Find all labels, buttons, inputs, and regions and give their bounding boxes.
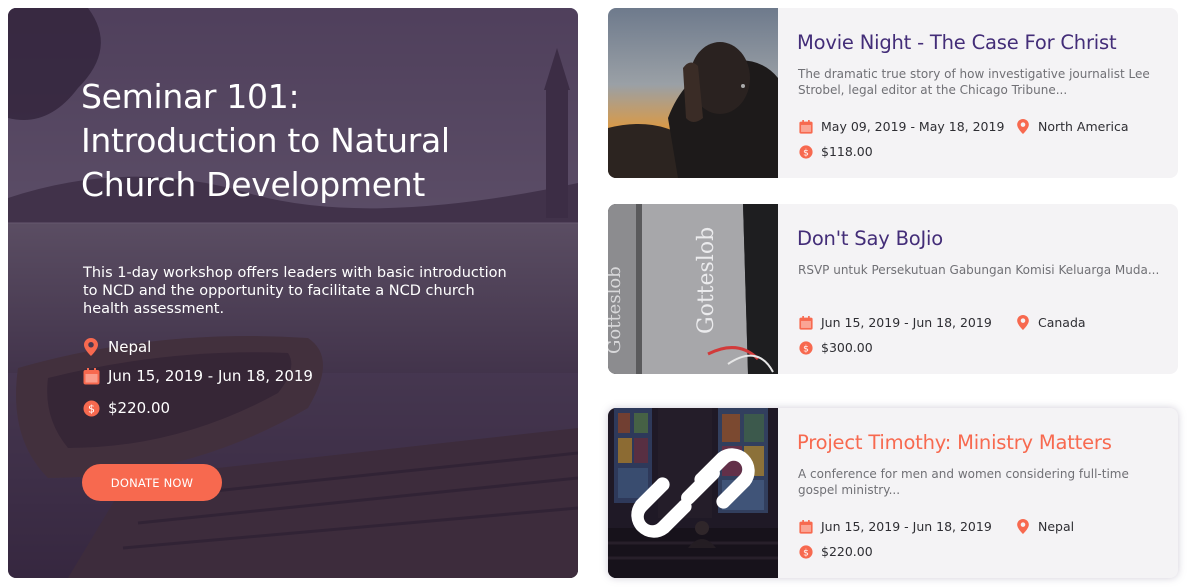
event-dates-text: Jun 15, 2019 - Jun 18, 2019 bbox=[821, 315, 992, 330]
event-price-text: $118.00 bbox=[821, 144, 873, 159]
donate-now-button[interactable]: DONATE NOW bbox=[82, 464, 222, 501]
calendar-icon bbox=[798, 119, 813, 134]
featured-location-text: Nepal bbox=[108, 338, 152, 356]
event-price-text: $300.00 bbox=[821, 340, 873, 355]
event-price: $ $220.00 bbox=[798, 544, 873, 559]
event-location: Nepal bbox=[1015, 519, 1074, 534]
event-card[interactable]: Movie Night - The Case For Christ The dr… bbox=[608, 8, 1178, 178]
map-pin-icon bbox=[1015, 315, 1030, 330]
featured-event-card[interactable]: Seminar 101: Introduction to Natural Chu… bbox=[8, 8, 578, 578]
event-description: The dramatic true story of how investiga… bbox=[798, 67, 1150, 97]
event-dates: Jun 15, 2019 - Jun 18, 2019 bbox=[798, 519, 992, 534]
map-pin-icon bbox=[1015, 119, 1030, 134]
event-price-text: $220.00 bbox=[821, 544, 873, 559]
event-location-text: Canada bbox=[1038, 315, 1086, 330]
calendar-icon bbox=[798, 519, 813, 534]
event-title[interactable]: Movie Night - The Case For Christ bbox=[797, 31, 1117, 54]
event-thumbnail-stained-glass-church[interactable] bbox=[608, 408, 778, 578]
calendar-icon bbox=[798, 315, 813, 330]
featured-price-text: $220.00 bbox=[108, 399, 171, 417]
dollar-coin-icon: $ bbox=[798, 544, 813, 559]
svg-text:$: $ bbox=[88, 402, 95, 415]
event-card-active[interactable]: Project Timothy: Ministry Matters A conf… bbox=[608, 408, 1178, 578]
event-price: $ $300.00 bbox=[798, 340, 873, 355]
book-spine-text: Gotteslob bbox=[694, 227, 719, 334]
featured-description: This 1-day workshop offers leaders with … bbox=[83, 265, 507, 317]
featured-title-line: Introduction to Natural bbox=[81, 121, 450, 160]
dollar-coin-icon: $ bbox=[798, 340, 813, 355]
calendar-icon bbox=[82, 367, 100, 385]
featured-title-line: Seminar 101: bbox=[81, 77, 300, 116]
event-description: A conference for men and women consideri… bbox=[798, 467, 1129, 497]
book-spine-text: Gotteslob bbox=[608, 266, 625, 354]
svg-text:$: $ bbox=[803, 548, 809, 558]
map-pin-icon bbox=[1015, 519, 1030, 534]
dollar-coin-icon: $ bbox=[798, 144, 813, 159]
dollar-coin-icon: $ bbox=[82, 399, 100, 417]
featured-dates-text: Jun 15, 2019 - Jun 18, 2019 bbox=[108, 367, 313, 385]
event-location-text: North America bbox=[1038, 119, 1129, 134]
event-title[interactable]: Don't Say BoJio bbox=[797, 227, 943, 250]
link-icon[interactable] bbox=[608, 408, 778, 578]
event-location: Canada bbox=[1015, 315, 1086, 330]
featured-price: $ $220.00 bbox=[82, 399, 170, 417]
event-thumbnail-praying-man[interactable] bbox=[608, 8, 778, 178]
featured-dates: Jun 15, 2019 - Jun 18, 2019 bbox=[82, 367, 313, 385]
event-title[interactable]: Project Timothy: Ministry Matters bbox=[797, 431, 1112, 454]
featured-title-line: Church Development bbox=[81, 165, 426, 204]
svg-text:$: $ bbox=[803, 148, 809, 158]
event-dates: May 09, 2019 - May 18, 2019 bbox=[798, 119, 1004, 134]
event-dates: Jun 15, 2019 - Jun 18, 2019 bbox=[798, 315, 992, 330]
event-dates-text: Jun 15, 2019 - Jun 18, 2019 bbox=[821, 519, 992, 534]
event-price: $ $118.00 bbox=[798, 144, 873, 159]
event-location-text: Nepal bbox=[1038, 519, 1075, 534]
map-pin-icon bbox=[82, 338, 100, 356]
event-thumbnail-gotteslob-books[interactable]: Gotteslob Gotteslob bbox=[608, 204, 778, 374]
event-dates-text: May 09, 2019 - May 18, 2019 bbox=[821, 119, 1005, 134]
event-description: RSVP untuk Persekutuan Gabungan Komisi K… bbox=[798, 263, 1160, 277]
event-card[interactable]: Gotteslob Gotteslob Don't Say BoJio RSVP… bbox=[608, 204, 1178, 374]
svg-text:$: $ bbox=[803, 344, 809, 354]
featured-location: Nepal bbox=[82, 338, 151, 356]
event-location: North America bbox=[1015, 119, 1129, 134]
featured-title[interactable]: Seminar 101: Introduction to Natural Chu… bbox=[81, 75, 541, 207]
